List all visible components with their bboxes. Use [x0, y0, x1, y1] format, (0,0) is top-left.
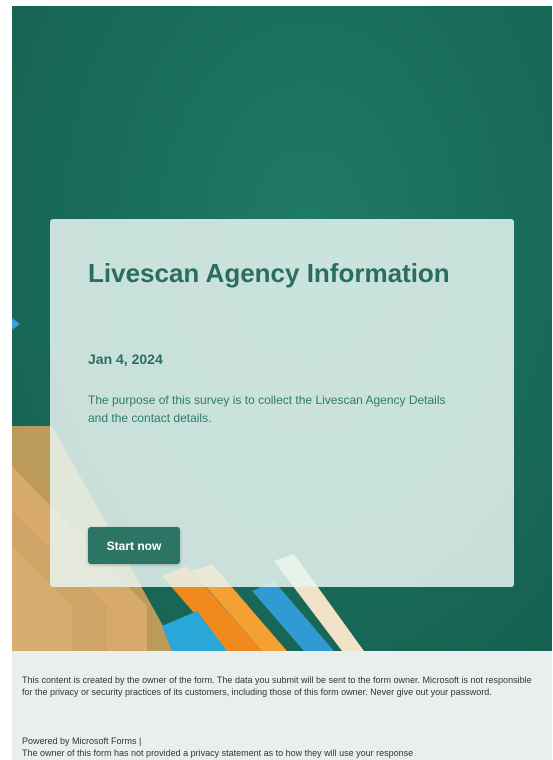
footer-disclaimer: This content is created by the owner of … — [22, 675, 532, 697]
start-now-button[interactable]: Start now — [88, 527, 180, 564]
form-description: The purpose of this survey is to collect… — [88, 393, 446, 425]
form-title: Livescan Agency Information — [88, 258, 450, 288]
form-date: Jan 4, 2024 — [88, 351, 163, 367]
form-intro-card: Livescan Agency Information Jan 4, 2024 … — [50, 219, 514, 587]
powered-by-text: Powered by Microsoft Forms | — [22, 736, 142, 746]
form-background-image: Livescan Agency Information Jan 4, 2024 … — [12, 6, 552, 651]
form-footer: This content is created by the owner of … — [12, 651, 552, 760]
privacy-statement-text: The owner of this form has not provided … — [22, 748, 414, 758]
